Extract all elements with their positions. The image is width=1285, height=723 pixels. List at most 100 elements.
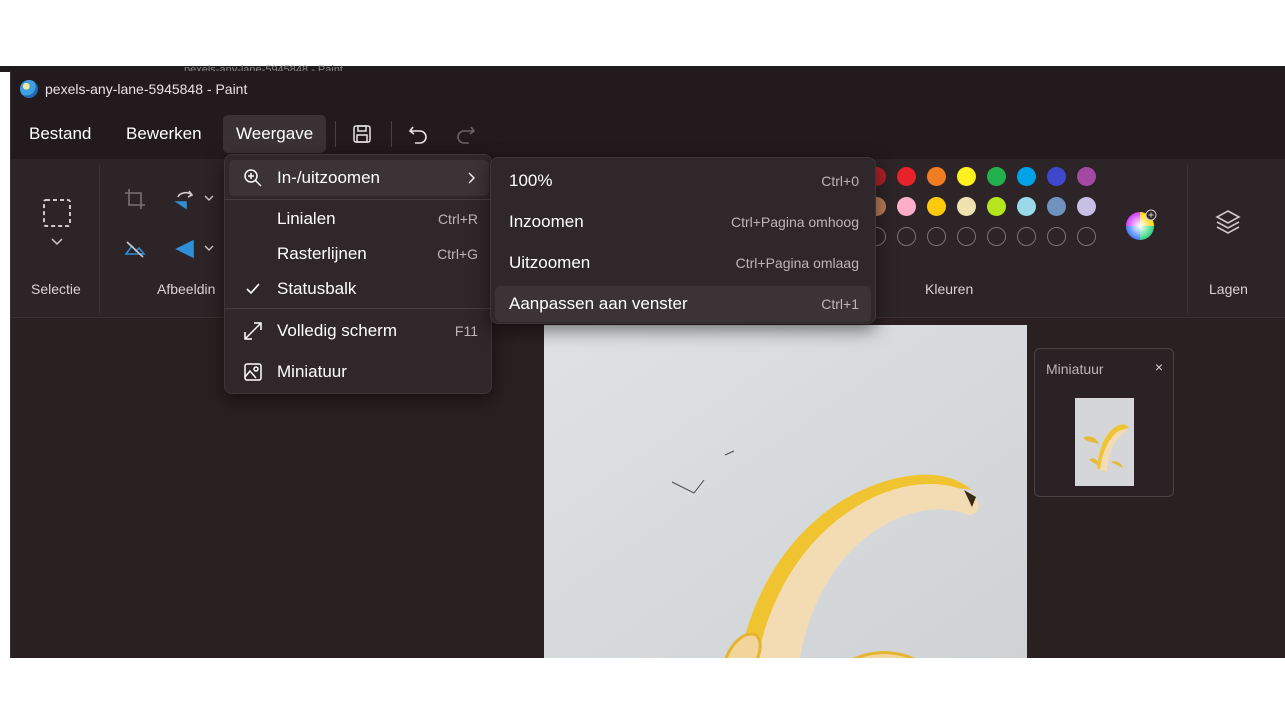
redo-button[interactable] (451, 119, 481, 149)
title-bar: pexels-any-lane-5945848 - Paint (11, 71, 1285, 109)
zoom-item-shortcut: Ctrl+0 (821, 173, 859, 189)
menu-item-rulers[interactable]: Linialen Ctrl+R (229, 201, 489, 237)
zoom-item-zoom-out[interactable]: Uitzoomen Ctrl+Pagina omlaag (495, 245, 871, 281)
paint-app-icon (20, 80, 38, 98)
color-wheel-icon (1126, 209, 1157, 240)
menu-item-label: Volledig scherm (277, 321, 398, 340)
color-swatch[interactable] (1047, 197, 1066, 216)
menu-item-label: In-/uitzoomen (277, 168, 380, 187)
layers-icon (1215, 210, 1241, 234)
zoom-item-label: Inzoomen (509, 212, 584, 231)
menu-separator (391, 121, 392, 147)
crop-button[interactable] (123, 187, 147, 211)
color-swatch[interactable] (897, 197, 916, 216)
save-icon (353, 125, 371, 143)
zoom-item-shortcut: Ctrl+Pagina omhoog (730, 214, 859, 230)
zoom-item-label: 100% (509, 171, 553, 190)
menu-bar: Bestand Bewerken Weergave (11, 109, 1285, 159)
zoom-item-label: Aanpassen aan venster (509, 294, 688, 313)
flip-dropdown[interactable] (203, 243, 215, 253)
zoom-icon (243, 168, 263, 188)
empty-color-swatch[interactable] (957, 227, 976, 246)
color-swatch[interactable] (1017, 197, 1036, 216)
empty-color-swatch[interactable] (1047, 227, 1066, 246)
menu-item-label: Rasterlijnen (277, 244, 367, 263)
edit-colors-button[interactable] (1125, 209, 1157, 241)
menu-item-shortcut: Ctrl+R (437, 211, 478, 227)
color-swatch[interactable] (1017, 167, 1036, 186)
fullscreen-icon (243, 321, 263, 341)
empty-color-swatch[interactable] (1017, 227, 1036, 246)
menu-item-statusbar[interactable]: Statusbalk (229, 271, 489, 307)
save-button[interactable] (347, 119, 377, 149)
group-label-image: Afbeeldin (157, 281, 216, 297)
menu-edit[interactable]: Bewerken (113, 115, 215, 153)
ribbon-divider (99, 165, 100, 313)
undo-button[interactable] (403, 119, 433, 149)
zoom-item-100[interactable]: 100% Ctrl+0 (495, 163, 871, 199)
selection-button[interactable] (41, 197, 73, 229)
color-swatch[interactable] (927, 197, 946, 216)
zoom-item-shortcut: Ctrl+Pagina omlaag (735, 255, 859, 271)
thumbnail-image[interactable] (1075, 398, 1134, 486)
ribbon-divider (1187, 165, 1188, 313)
zoom-item-label: Uitzoomen (509, 253, 591, 272)
color-swatch[interactable] (897, 167, 916, 186)
menu-item-label: Miniatuur (277, 362, 347, 381)
rotate-button[interactable] (173, 187, 197, 211)
color-swatch[interactable] (987, 197, 1006, 216)
banana-thumbnail (1075, 398, 1134, 486)
thumbnail-title: Miniatuur (1046, 361, 1104, 377)
empty-color-swatch[interactable] (927, 227, 946, 246)
menu-separator (225, 308, 491, 309)
empty-color-swatch[interactable] (987, 227, 1006, 246)
zoom-submenu: 100% Ctrl+0 Inzoomen Ctrl+Pagina omhoog … (490, 157, 876, 324)
thumbnail-close-button[interactable]: × (1152, 360, 1166, 374)
redo-icon (457, 126, 476, 144)
menu-item-label: Statusbalk (277, 279, 357, 298)
menu-item-fullscreen[interactable]: Volledig scherm F11 (229, 313, 489, 349)
group-label-selection: Selectie (31, 281, 81, 297)
image-canvas[interactable] (544, 325, 1027, 658)
crop-icon (125, 189, 145, 209)
selection-dropdown[interactable] (49, 235, 65, 249)
window-title: pexels-any-lane-5945848 - Paint (45, 81, 248, 97)
banana-image (544, 325, 1027, 658)
empty-color-swatch[interactable] (897, 227, 916, 246)
undo-icon (408, 126, 427, 144)
menu-separator (335, 121, 336, 147)
menu-item-gridlines[interactable]: Rasterlijnen Ctrl+G (229, 236, 489, 272)
color-swatch[interactable] (1047, 167, 1066, 186)
empty-color-swatch[interactable] (1077, 227, 1096, 246)
color-swatch[interactable] (1077, 197, 1096, 216)
zoom-item-fit-window[interactable]: Aanpassen aan venster Ctrl+1 (495, 286, 871, 322)
rectangle-selection-icon (43, 199, 71, 227)
image-adjust-icon (124, 241, 146, 258)
chevron-down-icon (204, 245, 214, 251)
image-adjust-button[interactable] (123, 237, 147, 261)
flip-button[interactable] (173, 237, 197, 261)
flip-icon (175, 239, 194, 259)
rotate-dropdown[interactable] (203, 193, 215, 203)
menu-file[interactable]: Bestand (16, 115, 104, 153)
menu-item-shortcut: Ctrl+G (437, 246, 478, 262)
menu-item-thumbnail[interactable]: Miniatuur (229, 354, 489, 390)
menu-item-shortcut: F11 (454, 323, 478, 339)
chevron-down-icon (51, 238, 63, 246)
rotate-icon (174, 190, 194, 210)
check-icon (243, 279, 263, 299)
group-label-layers: Lagen (1209, 281, 1248, 297)
chevron-down-icon (204, 195, 214, 201)
color-swatch[interactable] (987, 167, 1006, 186)
menu-item-label: Linialen (277, 209, 336, 228)
zoom-item-zoom-in[interactable]: Inzoomen Ctrl+Pagina omhoog (495, 204, 871, 240)
menu-item-zoom[interactable]: In-/uitzoomen (229, 160, 489, 196)
color-swatch[interactable] (927, 167, 946, 186)
thumbnail-icon (243, 362, 263, 382)
view-menu-dropdown: In-/uitzoomen Linialen Ctrl+R Rasterlijn… (224, 154, 492, 394)
color-swatch[interactable] (957, 197, 976, 216)
color-swatch[interactable] (957, 167, 976, 186)
menu-view[interactable]: Weergave (223, 115, 327, 153)
color-swatch[interactable] (1077, 167, 1096, 186)
layers-button[interactable] (1213, 207, 1243, 237)
